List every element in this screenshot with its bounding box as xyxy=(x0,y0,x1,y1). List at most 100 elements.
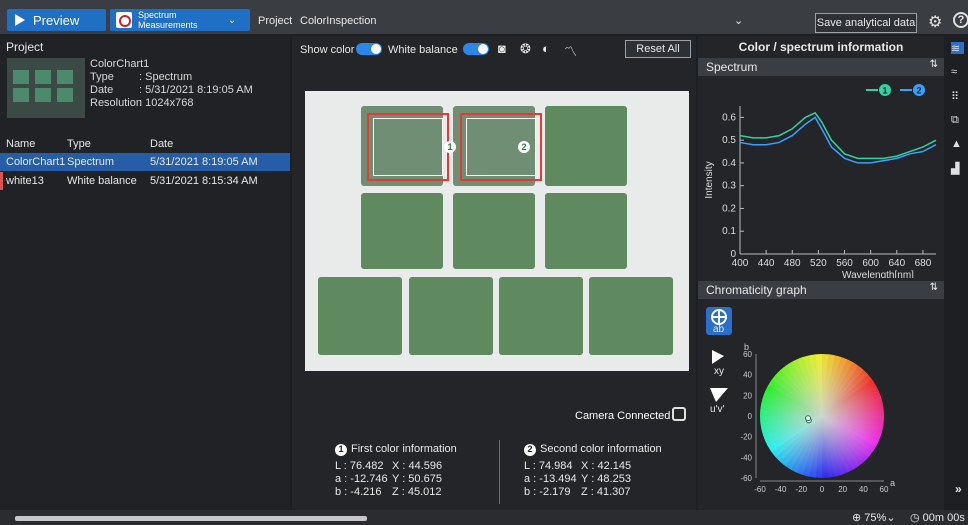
blocks-tool-icon[interactable]: ▟ xyxy=(951,162,964,175)
spectrum-header: Spectrum ⇅ xyxy=(698,58,944,76)
save-analytical-data-button[interactable]: Save analytical data xyxy=(815,13,917,33)
sort-icon[interactable]: ⇅ xyxy=(930,282,938,293)
white-balance-label: White balance xyxy=(388,44,458,56)
show-color-label: Show color xyxy=(300,44,355,56)
camera-connected-icon[interactable] xyxy=(672,407,686,421)
show-color-toggle[interactable] xyxy=(356,43,382,55)
first-color-title: First color information xyxy=(351,443,457,455)
color-patch xyxy=(545,106,627,186)
color-patch xyxy=(318,277,402,355)
first-color-info: 1 First color information L : 76.482 X : 4… xyxy=(335,443,457,499)
table-row[interactable]: white13 White balance 5/31/2021 8:15:34 … xyxy=(0,172,290,190)
spectrum-title: Spectrum xyxy=(706,60,758,74)
x-tick-label: 400 xyxy=(732,258,749,269)
camera-status: Camera Connected xyxy=(575,410,671,422)
thumb-cell xyxy=(13,70,29,84)
camera-icon[interactable]: ◙ xyxy=(498,41,506,56)
mode-selector[interactable]: Spectrum Measurements ⌄ xyxy=(110,9,250,31)
zoom-control[interactable]: ⊕ 75%⌄ xyxy=(852,511,896,524)
x-tick-label: 440 xyxy=(758,258,775,269)
b-tick-label: -40 xyxy=(740,453,752,462)
b-axis-label: b xyxy=(744,342,749,352)
project-name[interactable]: ColorInspection xyxy=(300,15,376,27)
col-type[interactable]: Type xyxy=(67,138,91,150)
meta-date-key: Date xyxy=(90,84,114,96)
tool-strip: ≋ ≈ ⠿ ⧉ ▲ ▟ xyxy=(946,36,968,510)
series-line-1 xyxy=(739,111,937,160)
second-color-title: Second color information xyxy=(540,443,662,455)
project-thumbnail[interactable] xyxy=(7,58,85,118)
color-patch xyxy=(545,193,627,269)
y-tick-label: 0.1 xyxy=(722,226,736,237)
color-patch xyxy=(409,277,493,355)
roi-2[interactable]: 2 xyxy=(460,113,542,181)
x-tick-label: 480 xyxy=(784,258,801,269)
chroma-svg: -60 -40 -20 0 20 40 606040200-20-40-60ba xyxy=(740,342,895,494)
meta-type-key: Type xyxy=(90,71,114,83)
row-name: ColorChart1 xyxy=(6,156,66,168)
spectrum-chart: 0 0.1 0.2 0.3 0.4 0.5 0.6 400 440 480 520 560 600 640… xyxy=(698,78,944,281)
expand-icon[interactable]: » xyxy=(955,482,962,496)
white-balance-toggle[interactable] xyxy=(463,43,489,55)
first-b: b : -4.216 xyxy=(335,486,382,498)
y-axis-label: Intensity xyxy=(704,161,715,198)
y-tick-label: 0.3 xyxy=(722,181,736,192)
grid-tool-icon[interactable]: ⠿ xyxy=(951,90,964,103)
progress-bar[interactable] xyxy=(15,516,368,521)
meta-res-key: Resolution xyxy=(90,97,142,109)
aperture-icon[interactable]: ❂ xyxy=(520,41,531,57)
a-tick-label: -60 xyxy=(754,485,766,494)
b-tick-label: -60 xyxy=(740,474,752,483)
chevron-down-icon: ⌄ xyxy=(228,14,237,26)
row-type: Spectrum xyxy=(67,156,115,168)
meta-res-val: : 1024x768 xyxy=(139,97,194,109)
row-date: 5/31/2021 8:19:05 AM xyxy=(150,156,258,168)
x-tick-label: 520 xyxy=(810,258,827,269)
roi-1-badge: 1 xyxy=(444,141,456,153)
spectrum-svg: 00.10.20.30.40.50.6400 440 480 520 560 600 640… xyxy=(704,84,937,281)
row-date: 5/31/2021 8:15:34 AM xyxy=(150,175,258,187)
meta-type-val: : Spectrum xyxy=(139,71,193,83)
triangle-tool-icon[interactable]: ▲ xyxy=(951,138,964,150)
b-tick-label: 20 xyxy=(743,391,752,400)
legend-label-2: 2 xyxy=(916,86,921,96)
wave-tool-icon[interactable]: ≈ xyxy=(951,66,964,78)
chroma-center-fade xyxy=(760,354,884,478)
a-tick-label: -20 xyxy=(796,485,808,494)
color-patch xyxy=(499,277,583,355)
preview-button[interactable]: Preview xyxy=(7,9,106,31)
sort-icon[interactable]: ⇅ xyxy=(930,59,938,70)
col-date[interactable]: Date xyxy=(150,138,173,150)
compare-tool-icon[interactable]: ⧉ xyxy=(951,114,964,126)
chromaticity-graph: ab xy u'v' -60 -40 -20 0 20 40 60 60 40 20 0 -20 -40… xyxy=(698,298,944,510)
table-row[interactable]: ColorChart1 Spectrum 5/31/2021 8:19:05 A… xyxy=(0,153,290,171)
roi-1[interactable]: 1 xyxy=(367,113,456,181)
graph-icon[interactable]: 〽 xyxy=(564,41,577,60)
project-meta: ColorChart1 Type: Spectrum Date: 5/31/20… xyxy=(90,58,253,110)
spectrum-tool-icon[interactable]: ≋ xyxy=(951,42,964,55)
second-a: a : -13.494 xyxy=(524,473,577,485)
x-tick-label: 640 xyxy=(888,258,905,269)
legend-label-1: 1 xyxy=(882,86,887,96)
series-line-2 xyxy=(739,116,937,164)
roi-1-selection[interactable] xyxy=(373,118,443,176)
a-tick-label: 40 xyxy=(859,485,868,494)
chroma-title: Chromaticity graph xyxy=(706,283,807,297)
second-color-info: 2 Second color information L : 74.984 X : … xyxy=(524,443,662,499)
color-spectrum-panel: Color / spectrum information Spectrum ⇅ … xyxy=(698,36,944,510)
help-icon[interactable]: ? xyxy=(953,12,968,28)
reset-all-button[interactable]: Reset All xyxy=(625,40,691,58)
status-bar: ⊕ 75%⌄ ◷ 00m 00s xyxy=(0,510,968,525)
y-tick-label: 0.6 xyxy=(722,112,736,123)
a-tick-label: 60 xyxy=(880,485,889,494)
col-name[interactable]: Name xyxy=(6,138,35,150)
second-X: X : 42.145 xyxy=(581,460,632,472)
contrast-icon[interactable]: ◐ xyxy=(542,41,550,56)
project-dropdown-icon[interactable]: ⌄ xyxy=(734,14,743,27)
a-axis-label: a xyxy=(890,478,895,488)
a-tick-label: 0 xyxy=(820,485,825,494)
b-tick-label: -20 xyxy=(740,433,752,442)
gear-icon[interactable]: ⚙ xyxy=(928,12,942,32)
second-L: L : 74.984 xyxy=(524,460,573,472)
captured-image[interactable]: 1 2 xyxy=(305,91,689,371)
